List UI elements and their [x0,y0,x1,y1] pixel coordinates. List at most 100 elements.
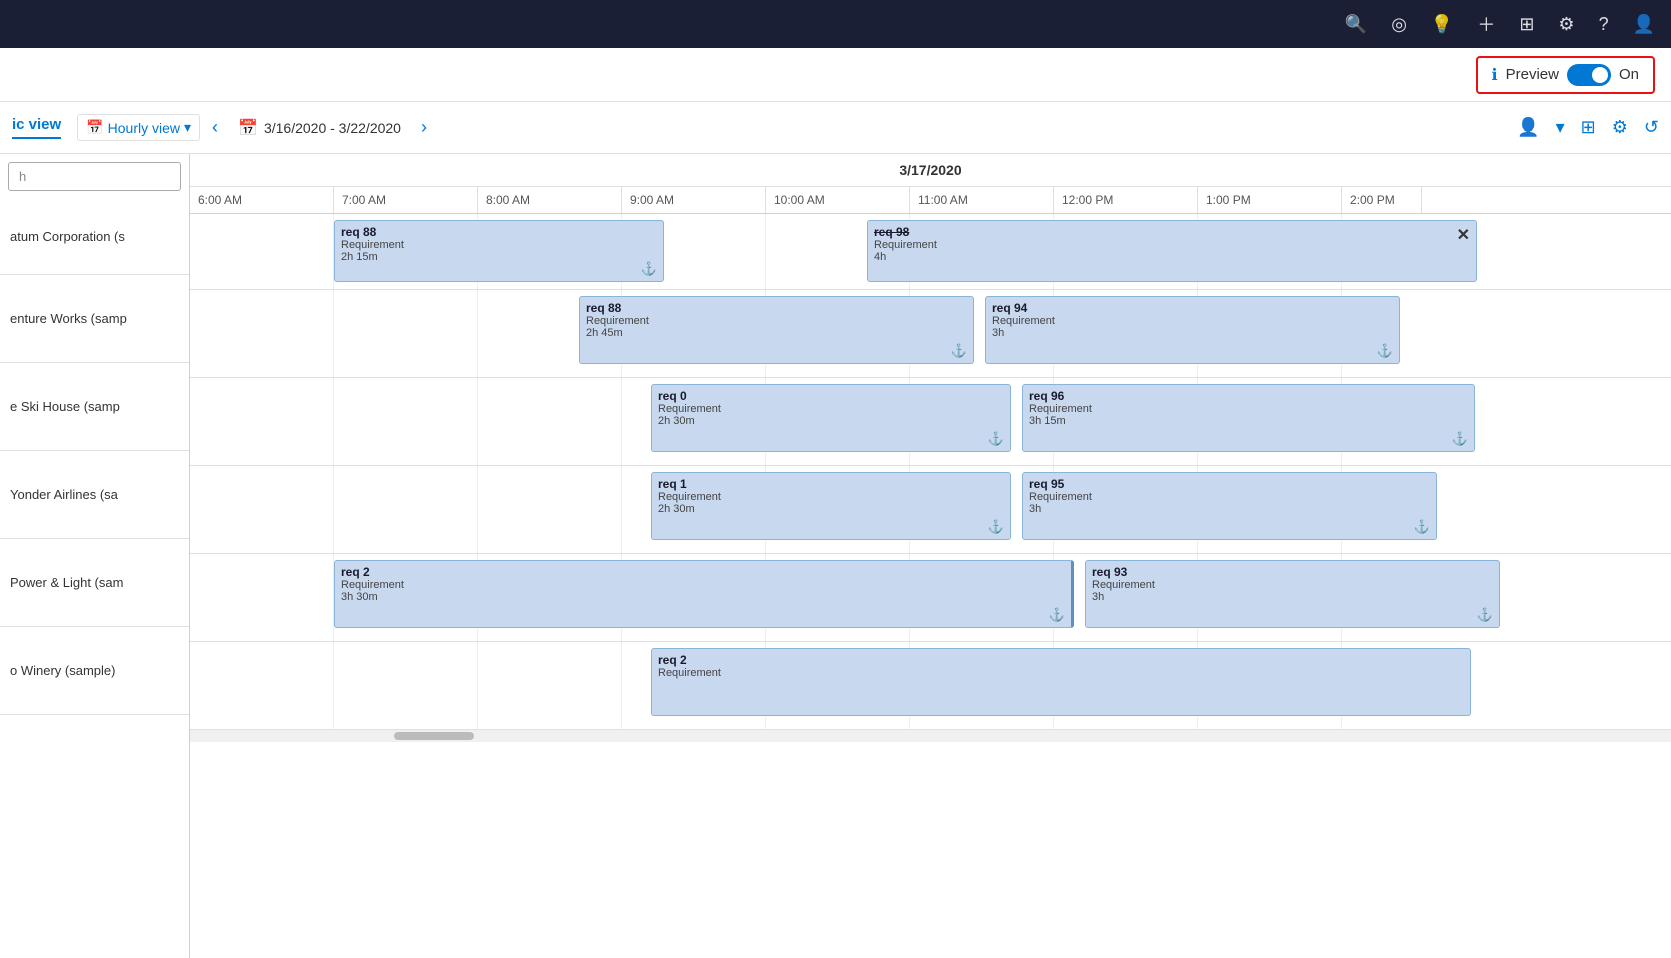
appt-sub: Requirement [1029,403,1468,415]
grid-row-0: req 88 Requirement 2h 15m ⚓ req 98 Requi… [190,214,1671,290]
grid-row-1: req 88 Requirement 2h 45m ⚓ req 94 Requi… [190,290,1671,378]
appt-sub: Requirement [658,491,1004,503]
appt-anchor-icon: ⚓ [988,519,1004,535]
filter-icon[interactable]: ⊞ [1519,14,1534,35]
check-circle-icon[interactable]: ◎ [1391,14,1407,35]
appt-sub: Requirement [658,667,1464,679]
time-6am: 6:00 AM [190,187,334,213]
grid-row-3: req 1 Requirement 2h 30m ⚓ req 95 Requir… [190,466,1671,554]
appt-title: req 93 [1092,565,1493,579]
settings-icon[interactable]: ⚙ [1558,14,1574,35]
grid-col-3-0 [190,466,334,553]
appt-title: req 94 [992,301,1393,315]
lightbulb-icon[interactable]: 💡 [1431,14,1453,35]
scrollbar-thumb[interactable] [394,732,474,740]
grid-body: req 88 Requirement 2h 15m ⚓ req 98 Requi… [190,214,1671,730]
preview-label: Preview [1506,66,1559,83]
time-9am: 9:00 AM [622,187,766,213]
toggle-on-label: On [1619,66,1639,83]
help-icon[interactable]: ? [1599,14,1609,35]
grid-col-4-0 [190,554,334,641]
appt-dur: 3h 15m [1029,415,1468,427]
user-icon[interactable]: 👤 [1633,14,1655,35]
appointment-req88-row1[interactable]: req 88 Requirement 2h 45m ⚓ [579,296,974,364]
grid-col-5-0 [190,642,334,729]
grid-col-3-2 [478,466,622,553]
appointment-req2-row4[interactable]: req 2 Requirement 3h 30m ⚓ [334,560,1074,628]
time-10am: 10:00 AM [766,187,910,213]
grid-col-2-2 [478,378,622,465]
appt-anchor-icon: ⚓ [1452,431,1468,447]
appt-dur: 3h [1092,591,1493,603]
sidebar-row-1: enture Works (samp [0,275,189,363]
time-11am: 11:00 AM [910,187,1054,213]
next-arrow-button[interactable]: › [417,113,431,142]
toolbar: ic view 📅 Hourly view ▾ ‹ 📅 3/16/2020 - … [0,102,1671,154]
plus-icon[interactable]: ＋ [1477,11,1495,37]
grid-col-0-0 [190,214,334,289]
grid-row-4: req 2 Requirement 3h 30m ⚓ req 93 Requir… [190,554,1671,642]
appt-anchor-icon: ⚓ [1377,343,1393,359]
close-icon[interactable]: ✕ [1457,225,1470,245]
appt-sub: Requirement [1092,579,1493,591]
grid-col-5-2 [478,642,622,729]
appt-dur: 4h [874,251,1470,263]
search-input[interactable] [8,162,181,191]
appt-title: req 95 [1029,477,1430,491]
appt-sub: Requirement [586,315,967,327]
appt-anchor-icon: ⚓ [1049,607,1065,623]
date-header: 3/17/2020 [190,154,1671,187]
grid-settings-icon[interactable]: ⚙ [1612,117,1628,138]
time-header-row: 6:00 AM 7:00 AM 8:00 AM 9:00 AM 10:00 AM… [190,187,1671,214]
dropdown-arrow-icon: ▾ [184,119,191,136]
hourly-view-label: Hourly view [108,120,180,136]
scrollbar-area[interactable] [190,730,1671,742]
appt-dur: 3h [1029,503,1430,515]
appt-anchor-icon: ⚓ [951,343,967,359]
info-icon: ℹ [1492,65,1498,85]
appt-anchor-icon: ⚓ [1477,607,1493,623]
grid-col-3-1 [334,466,478,553]
calendar-area: 3/17/2020 6:00 AM 7:00 AM 8:00 AM 9:00 A… [190,154,1671,958]
appointment-req1-row3[interactable]: req 1 Requirement 2h 30m ⚓ [651,472,1011,540]
date-range-label: 3/16/2020 - 3/22/2020 [264,120,401,136]
preview-toggle[interactable] [1567,64,1611,86]
refresh-icon[interactable]: ↺ [1644,117,1659,138]
appointment-req88-row0[interactable]: req 88 Requirement 2h 15m ⚓ [334,220,664,282]
appointment-req93-row4[interactable]: req 93 Requirement 3h ⚓ [1085,560,1500,628]
grid-col-2-0 [190,378,334,465]
view-toggle-icon[interactable]: ⊞ [1581,117,1596,138]
appointment-req96-row2[interactable]: req 96 Requirement 3h 15m ⚓ [1022,384,1475,452]
toolbar-tab-label[interactable]: ic view [12,116,61,139]
resource-icon[interactable]: 👤 [1517,117,1539,138]
time-2pm: 2:00 PM [1342,187,1422,213]
date-calendar-icon: 📅 [238,118,258,138]
appointment-req94-row1[interactable]: req 94 Requirement 3h ⚓ [985,296,1400,364]
toolbar-right-actions: 👤 ▾ ⊞ ⚙ ↺ [1517,117,1659,138]
appointment-req0-row2[interactable]: req 0 Requirement 2h 30m ⚓ [651,384,1011,452]
appointment-req95-row3[interactable]: req 95 Requirement 3h ⚓ [1022,472,1437,540]
appt-dur: 2h 30m [658,415,1004,427]
appt-anchor-icon: ⚓ [1414,519,1430,535]
appointment-req98-row0[interactable]: req 98 Requirement 4h ✕ [867,220,1477,282]
sidebar-row-3: Yonder Airlines (sa [0,451,189,539]
time-12pm: 12:00 PM [1054,187,1198,213]
date-range[interactable]: 📅 3/16/2020 - 3/22/2020 [230,114,409,142]
appt-sub: Requirement [1029,491,1430,503]
appt-anchor-icon: ⚓ [988,431,1004,447]
appt-dur: 3h 30m [341,591,1065,603]
main-layout: atum Corporation (s enture Works (samp e… [0,154,1671,958]
sidebar-rows: atum Corporation (s enture Works (samp e… [0,199,189,958]
prev-arrow-button[interactable]: ‹ [208,113,222,142]
search-icon[interactable]: 🔍 [1345,14,1367,35]
appointment-req2-row5[interactable]: req 2 Requirement [651,648,1471,716]
resource-dropdown-icon[interactable]: ▾ [1556,117,1565,138]
preview-bar: ℹ Preview On [0,48,1671,102]
appt-sub: Requirement [992,315,1393,327]
hourly-view-button[interactable]: 📅 Hourly view ▾ [77,114,200,141]
appt-title: req 88 [586,301,967,315]
sidebar-row-0: atum Corporation (s [0,199,189,275]
time-1pm: 1:00 PM [1198,187,1342,213]
appt-sub: Requirement [874,239,1470,251]
grid-col-1-0 [190,290,334,377]
